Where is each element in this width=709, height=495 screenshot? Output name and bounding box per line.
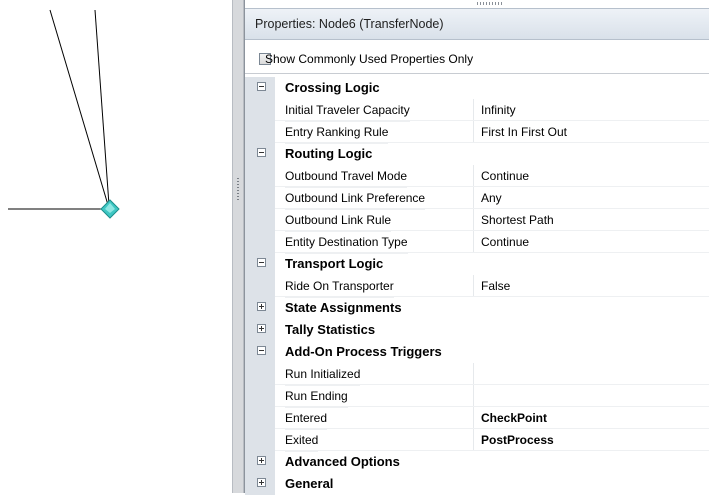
property-value[interactable]: CheckPoint bbox=[481, 407, 547, 429]
property-category[interactable]: Add-On Process Triggers bbox=[245, 341, 709, 363]
property-name: Run Initialized bbox=[285, 363, 361, 386]
property-category[interactable]: Routing Logic bbox=[245, 143, 709, 165]
property-row[interactable]: Outbound Link Rule Shortest Path bbox=[245, 209, 709, 232]
column-separator bbox=[473, 187, 474, 209]
category-label: Routing Logic bbox=[285, 146, 373, 161]
row-gutter bbox=[245, 121, 275, 143]
column-separator bbox=[473, 121, 474, 143]
row-gutter bbox=[245, 275, 275, 297]
model-canvas[interactable] bbox=[0, 0, 232, 493]
row-gutter bbox=[245, 99, 275, 121]
property-value[interactable]: Any bbox=[481, 187, 502, 209]
panel-resize-grip[interactable] bbox=[477, 2, 503, 5]
property-category[interactable]: Crossing Logic bbox=[245, 77, 709, 99]
plus-box-icon[interactable] bbox=[257, 302, 266, 311]
property-name: Entry Ranking Rule bbox=[285, 121, 389, 144]
column-separator bbox=[473, 99, 474, 121]
property-row[interactable]: Ride On Transporter False bbox=[245, 275, 709, 298]
property-value[interactable]: PostProcess bbox=[481, 429, 554, 451]
minus-box-icon[interactable] bbox=[257, 82, 266, 91]
row-gutter bbox=[245, 209, 275, 231]
link-line-2[interactable] bbox=[94, 9, 110, 206]
property-row[interactable]: Run Initialized bbox=[245, 363, 709, 386]
property-value[interactable]: False bbox=[481, 275, 510, 297]
property-row[interactable]: Entered CheckPoint bbox=[245, 407, 709, 430]
row-gutter bbox=[245, 385, 275, 407]
column-separator bbox=[473, 231, 474, 253]
minus-box-icon[interactable] bbox=[257, 258, 266, 267]
property-name: Outbound Link Rule bbox=[285, 209, 392, 232]
row-gutter bbox=[245, 363, 275, 385]
column-separator bbox=[473, 165, 474, 187]
link-line-1[interactable] bbox=[49, 9, 109, 206]
property-category[interactable]: State Assignments bbox=[245, 297, 709, 319]
property-name: Entity Destination Type bbox=[285, 231, 408, 254]
column-separator bbox=[473, 209, 474, 231]
category-label: Crossing Logic bbox=[285, 80, 380, 95]
category-label: Advanced Options bbox=[285, 454, 400, 469]
row-gutter bbox=[245, 231, 275, 253]
column-separator bbox=[473, 385, 474, 407]
property-row[interactable]: Outbound Link Preference Any bbox=[245, 187, 709, 210]
property-value[interactable]: Continue bbox=[481, 231, 529, 253]
splitter-grip[interactable] bbox=[237, 178, 239, 202]
property-row[interactable]: Outbound Travel Mode Continue bbox=[245, 165, 709, 188]
property-name: Outbound Travel Mode bbox=[285, 165, 408, 188]
plus-box-icon[interactable] bbox=[257, 324, 266, 333]
property-name: Exited bbox=[285, 429, 319, 452]
category-label: Transport Logic bbox=[285, 256, 384, 271]
property-row[interactable]: Initial Traveler Capacity Infinity bbox=[245, 99, 709, 122]
minus-box-icon[interactable] bbox=[257, 346, 266, 355]
properties-panel: Properties: Node6 (TransferNode) Show Co… bbox=[244, 0, 709, 495]
property-row[interactable]: Entry Ranking Rule First In First Out bbox=[245, 121, 709, 144]
plus-box-icon[interactable] bbox=[257, 456, 266, 465]
column-separator bbox=[473, 275, 474, 297]
property-row[interactable]: Exited PostProcess bbox=[245, 429, 709, 452]
property-name: Run Ending bbox=[285, 385, 348, 408]
properties-title: Properties: Node6 (TransferNode) bbox=[245, 8, 709, 40]
property-value[interactable]: Infinity bbox=[481, 99, 516, 121]
property-value[interactable]: First In First Out bbox=[481, 121, 567, 143]
property-row[interactable]: Entity Destination Type Continue bbox=[245, 231, 709, 254]
property-category[interactable]: Advanced Options bbox=[245, 451, 709, 473]
category-label: Add-On Process Triggers bbox=[285, 344, 442, 359]
category-label: Tally Statistics bbox=[285, 322, 376, 337]
row-gutter bbox=[245, 429, 275, 451]
property-category[interactable]: Transport Logic bbox=[245, 253, 709, 275]
property-name: Entered bbox=[285, 407, 328, 430]
property-name: Ride On Transporter bbox=[285, 275, 394, 298]
property-row[interactable]: Run Ending bbox=[245, 385, 709, 408]
property-category[interactable]: Tally Statistics bbox=[245, 319, 709, 341]
panel-splitter[interactable] bbox=[232, 0, 244, 493]
property-value[interactable]: Shortest Path bbox=[481, 209, 554, 231]
row-gutter bbox=[245, 407, 275, 429]
property-name: Outbound Link Preference bbox=[285, 187, 426, 210]
column-separator bbox=[473, 407, 474, 429]
property-category[interactable]: General bbox=[245, 473, 709, 495]
common-properties-filter[interactable]: Show Commonly Used Properties Only bbox=[245, 46, 709, 74]
row-gutter bbox=[245, 165, 275, 187]
column-separator bbox=[473, 429, 474, 451]
category-label: General bbox=[285, 476, 334, 491]
property-name: Initial Traveler Capacity bbox=[285, 99, 410, 122]
column-separator bbox=[473, 363, 474, 385]
minus-box-icon[interactable] bbox=[257, 148, 266, 157]
model-drawing bbox=[8, 9, 120, 219]
property-value[interactable]: Continue bbox=[481, 165, 529, 187]
transfer-node-diamond-icon[interactable] bbox=[100, 199, 120, 219]
plus-box-icon[interactable] bbox=[257, 478, 266, 487]
property-grid: Crossing Logic Initial Traveler Capacity I… bbox=[245, 77, 709, 495]
row-gutter bbox=[245, 187, 275, 209]
common-properties-label: Show Commonly Used Properties Only bbox=[265, 52, 474, 66]
category-label: State Assignments bbox=[285, 300, 402, 315]
